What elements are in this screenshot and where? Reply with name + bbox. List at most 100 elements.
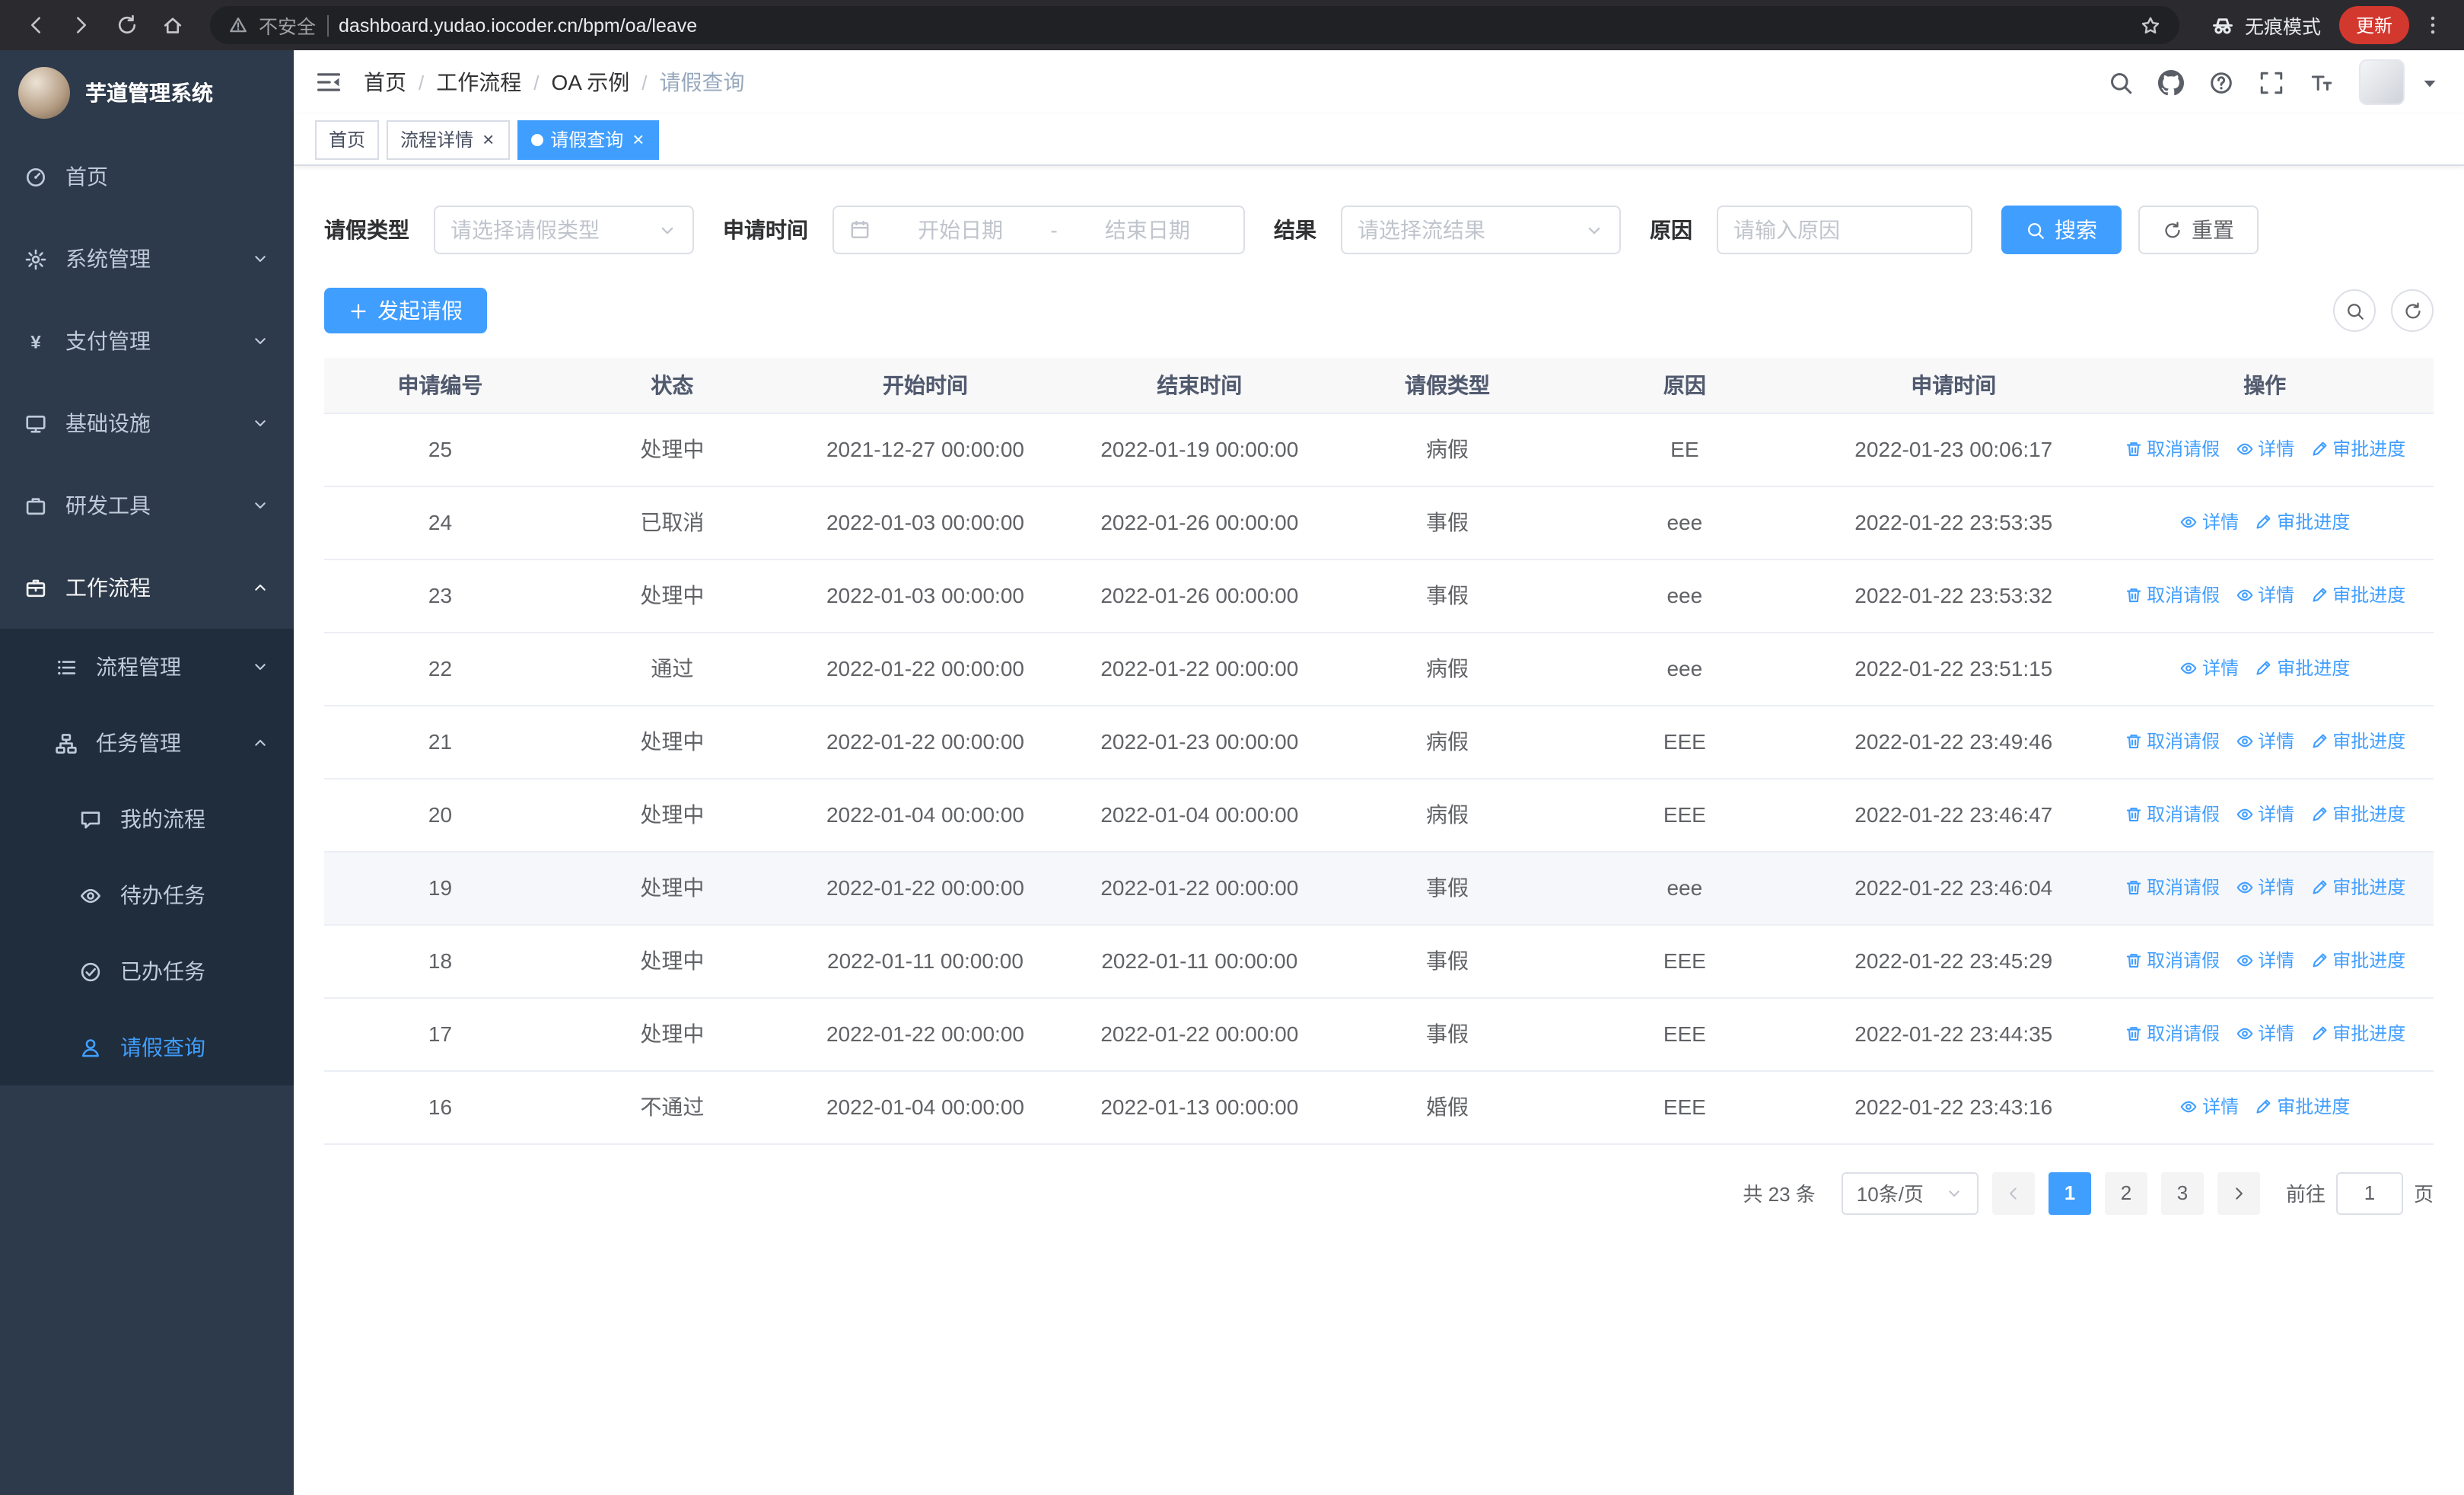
progress-link[interactable]: 审批进度	[2310, 1021, 2405, 1047]
progress-link[interactable]: 审批进度	[2310, 436, 2405, 462]
sidebar-item-payment-management[interactable]: ¥ 支付管理	[0, 300, 294, 382]
result-select[interactable]: 请选择流结果	[1341, 206, 1621, 254]
back-icon	[24, 14, 46, 37]
page-number-button[interactable]: 1	[2048, 1171, 2091, 1214]
leave-type-select[interactable]: 请选择请假类型	[434, 206, 694, 254]
url-text[interactable]: dashboard.yudao.iocoder.cn/bpm/oa/leave	[339, 14, 2129, 36]
breadcrumb-item[interactable]: 首页	[364, 67, 406, 97]
leave-type-cell: 事假	[1336, 851, 1558, 925]
page-number-button[interactable]: 3	[2160, 1171, 2204, 1214]
detail-link[interactable]: 详情	[2235, 875, 2294, 901]
browser-home-button[interactable]	[152, 5, 192, 45]
sidebar-item-system-management[interactable]: 系统管理	[0, 218, 294, 300]
cancel-leave-link[interactable]: 取消请假	[2124, 1021, 2220, 1047]
cancel-leave-link[interactable]: 取消请假	[2124, 875, 2220, 901]
caret-down-icon[interactable]	[2417, 69, 2443, 95]
progress-link[interactable]: 审批进度	[2310, 875, 2405, 901]
browser-menu-button[interactable]	[2415, 8, 2449, 42]
page-size-select[interactable]: 10条/页	[1841, 1171, 1979, 1214]
create-leave-button[interactable]: 发起请假	[324, 288, 487, 333]
view-tab[interactable]: 请假查询 ×	[517, 120, 660, 159]
process-icon	[55, 655, 78, 678]
view-tab[interactable]: 首页	[315, 120, 380, 159]
browser-forward-button[interactable]	[61, 5, 100, 45]
detail-link[interactable]: 详情	[2235, 582, 2294, 608]
progress-link[interactable]: 审批进度	[2310, 728, 2405, 754]
browser-back-button[interactable]	[15, 5, 55, 45]
apply-time-range-picker[interactable]: 开始日期 - 结束日期	[832, 206, 1245, 254]
sidebar-item-home[interactable]: 首页	[0, 135, 294, 218]
search-button[interactable]: 搜索	[2001, 206, 2122, 254]
progress-link[interactable]: 审批进度	[2310, 802, 2405, 827]
sidebar-item-leave-query[interactable]: 请假查询	[0, 1009, 294, 1085]
sidebar-item-process-management[interactable]: 流程管理	[0, 629, 294, 705]
detail-link[interactable]: 详情	[2235, 948, 2294, 974]
github-icon[interactable]	[2158, 69, 2184, 95]
detail-link-label: 详情	[2258, 1023, 2295, 1045]
progress-link[interactable]: 审批进度	[2254, 655, 2350, 681]
address-bar[interactable]: 不安全 dashboard.yudao.iocoder.cn/bpm/oa/le…	[210, 6, 2179, 44]
prev-page-button[interactable]	[1991, 1171, 2035, 1214]
detail-link[interactable]: 详情	[2235, 728, 2294, 754]
view-tab[interactable]: 流程详情 ×	[387, 120, 510, 159]
breadcrumb-item[interactable]: OA 示例	[552, 67, 630, 97]
detail-link[interactable]: 详情	[2179, 655, 2239, 681]
sidebar-item-task-management[interactable]: 任务管理	[0, 705, 294, 781]
toggle-search-button[interactable]	[2333, 289, 2376, 332]
table-row: 19 处理中 2022-01-22 00:00:00 2022-01-22 00:00…	[324, 851, 2434, 925]
application-id-cell: 24	[324, 486, 556, 559]
cancel-leave-link[interactable]: 取消请假	[2124, 948, 2220, 974]
sidebar-item-my-process[interactable]: 我的流程	[0, 781, 294, 857]
refresh-table-button[interactable]	[2391, 289, 2434, 332]
progress-link[interactable]: 审批进度	[2254, 1094, 2350, 1120]
sidebar-item-infrastructure[interactable]: 基础设施	[0, 382, 294, 464]
font-size-icon[interactable]	[2309, 69, 2335, 95]
cancel-leave-link[interactable]: 取消请假	[2124, 436, 2220, 462]
calendar-icon	[849, 219, 871, 241]
bookmark-star-icon[interactable]	[2140, 14, 2161, 36]
browser-update-button[interactable]: 更新	[2338, 6, 2409, 44]
cancel-leave-link-label: 取消请假	[2147, 731, 2220, 753]
sidebar-item-todo-task[interactable]: 待办任务	[0, 857, 294, 933]
sidebar-collapse-icon[interactable]	[315, 69, 342, 96]
sidebar-item-done-task[interactable]: 已办任务	[0, 933, 294, 1009]
edit-icon	[2310, 1025, 2328, 1043]
security-label[interactable]: 不安全	[259, 11, 316, 40]
pagination: 共 23 条 10条/页 123 前往 页	[324, 1171, 2434, 1260]
goto-page-input[interactable]	[2335, 1171, 2403, 1214]
sidebar-item-label: 待办任务	[120, 883, 205, 907]
help-icon[interactable]	[2208, 69, 2234, 95]
next-page-button[interactable]	[2217, 1171, 2260, 1214]
cancel-leave-link[interactable]: 取消请假	[2124, 582, 2220, 608]
detail-link[interactable]: 详情	[2179, 1094, 2239, 1120]
application-id-cell: 25	[324, 413, 556, 486]
detail-link[interactable]: 详情	[2235, 1021, 2294, 1047]
progress-link[interactable]: 审批进度	[2254, 509, 2350, 535]
progress-link[interactable]: 审批进度	[2310, 582, 2405, 608]
result-label: 结果	[1274, 218, 1316, 242]
browser-refresh-button[interactable]	[107, 5, 146, 45]
reason-input[interactable]	[1733, 209, 1956, 251]
user-avatar[interactable]	[2359, 59, 2405, 105]
close-tab-icon[interactable]: ×	[631, 129, 645, 149]
sidebar-item-workflow[interactable]: 工作流程	[0, 547, 294, 629]
progress-link[interactable]: 审批进度	[2310, 948, 2405, 974]
detail-link[interactable]: 详情	[2235, 802, 2294, 827]
detail-link[interactable]: 详情	[2179, 509, 2239, 535]
sidebar-item-label: 我的流程	[120, 807, 205, 831]
page-number-button[interactable]: 2	[2104, 1171, 2147, 1214]
search-icon[interactable]	[2108, 69, 2134, 95]
apply-time-cell: 2022-01-22 23:44:35	[1811, 997, 2096, 1071]
progress-link-label: 审批进度	[2277, 512, 2351, 534]
reset-button[interactable]: 重置	[2138, 206, 2259, 254]
sidebar-item-dev-tools[interactable]: 研发工具	[0, 464, 294, 547]
sidebar-item-label: 支付管理	[65, 329, 151, 353]
cancel-leave-link[interactable]: 取消请假	[2124, 802, 2220, 827]
detail-link[interactable]: 详情	[2235, 436, 2294, 462]
fullscreen-icon[interactable]	[2259, 69, 2284, 95]
close-tab-icon[interactable]: ×	[481, 129, 495, 149]
breadcrumb-item[interactable]: 工作流程	[436, 67, 521, 97]
chevron-down-icon	[657, 220, 677, 240]
table-row: 16 不通过 2022-01-04 00:00:00 2022-01-13 00:00…	[324, 1070, 2434, 1144]
cancel-leave-link[interactable]: 取消请假	[2124, 728, 2220, 754]
